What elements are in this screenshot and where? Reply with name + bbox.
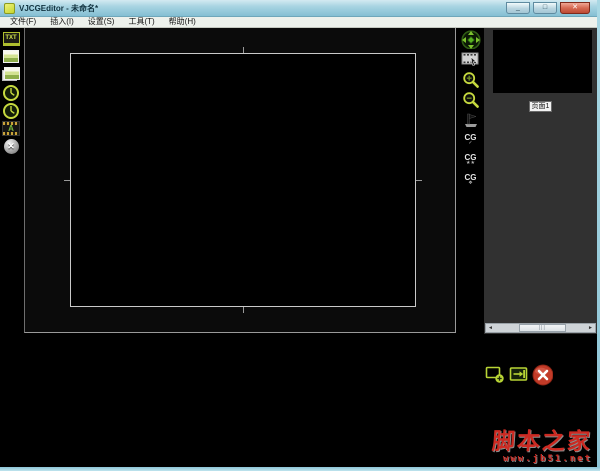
delete-x-icon: ✕ <box>4 139 19 154</box>
window-title: VJCGEditor - 未命名* <box>19 3 506 14</box>
apply-page-icon <box>509 365 529 384</box>
right-toolbar: CG ✓ CG ★★ CG ❖ <box>458 30 483 189</box>
add-page-icon <box>485 365 505 384</box>
timer-icon <box>2 102 20 120</box>
page-boundary[interactable] <box>70 53 416 307</box>
apply-page-button[interactable] <box>508 364 529 385</box>
watermark-url: www.jb51.net <box>492 454 592 464</box>
images-stack-icon <box>2 67 20 82</box>
menu-item-insert[interactable]: 插入(I) <box>43 17 81 27</box>
scrollbar-thumb[interactable]: ||| <box>519 324 566 332</box>
zoom-in-button[interactable] <box>460 70 482 89</box>
image-sequence-tool-button[interactable] <box>1 66 21 83</box>
page-action-buttons <box>484 364 553 385</box>
center-tick-right <box>416 180 422 181</box>
text-tool-icon: TXT <box>3 32 20 46</box>
cg-template-button[interactable]: CG ❖ <box>460 170 482 189</box>
scrollbar-track[interactable]: ||| <box>495 324 586 332</box>
pages-panel: 页面1 ◄ ||| ► <box>484 28 597 334</box>
film-select-tool-button[interactable] <box>460 50 482 69</box>
cg-check-icon: ✓ <box>468 141 472 146</box>
titlebar: VJCGEditor - 未命名* _ □ ✕ <box>0 0 600 17</box>
text-tool-button[interactable]: TXT <box>1 30 21 47</box>
pan-tool-button[interactable] <box>460 30 482 49</box>
maximize-button[interactable]: □ <box>533 2 557 14</box>
main-content: TXT A ✕ <box>0 28 600 471</box>
zoom-out-button[interactable] <box>460 90 482 109</box>
cg-check-button[interactable]: CG ✓ <box>460 130 482 149</box>
film-cursor-icon <box>461 52 480 67</box>
left-toolbar: TXT A ✕ <box>1 30 23 155</box>
pan-arrows-icon <box>461 30 481 49</box>
pages-horizontal-scrollbar[interactable]: ◄ ||| ► <box>485 323 596 333</box>
delete-object-button[interactable]: ✕ <box>1 138 21 155</box>
delete-page-button[interactable] <box>532 364 553 385</box>
clock-icon <box>2 84 20 102</box>
flag-tool-button[interactable] <box>460 110 482 129</box>
timer-tool-button[interactable] <box>1 102 21 119</box>
page-thumbnail-label-row: 页面1 <box>484 95 597 113</box>
menu-item-tools[interactable]: 工具(T) <box>121 17 161 27</box>
zoom-in-icon <box>462 71 480 89</box>
watermark-title: 脚本之家 <box>491 430 593 453</box>
menu-item-help[interactable]: 帮助(H) <box>162 17 203 27</box>
window-controls: _ □ ✕ <box>506 2 590 14</box>
page-thumbnail[interactable] <box>493 30 592 93</box>
page-thumbnail-label: 页面1 <box>529 101 553 112</box>
minimize-button[interactable]: _ <box>506 2 530 14</box>
close-button[interactable]: ✕ <box>560 2 590 14</box>
center-tick-top <box>243 47 244 53</box>
cg-stars-button[interactable]: CG ★★ <box>460 150 482 169</box>
center-tick-left <box>64 180 70 181</box>
center-tick-bottom <box>243 307 244 313</box>
app-icon <box>4 3 15 14</box>
scroll-right-arrow[interactable]: ► <box>586 324 595 332</box>
delete-page-icon <box>532 364 553 386</box>
image-tool-button[interactable] <box>1 48 21 65</box>
canvas-viewport[interactable] <box>24 28 456 333</box>
menubar: 文件(F) 插入(I) 设置(S) 工具(T) 帮助(H) <box>0 17 600 28</box>
flag-tool-icon <box>462 112 480 128</box>
menu-item-settings[interactable]: 设置(S) <box>81 17 122 27</box>
window-border-bottom <box>0 467 600 471</box>
image-icon <box>3 50 19 63</box>
character-a-icon: A <box>2 121 20 136</box>
menu-item-file[interactable]: 文件(F) <box>3 17 43 27</box>
add-page-button[interactable] <box>484 364 505 385</box>
cg-stars-icon: ★★ <box>466 161 475 166</box>
clock-tool-button[interactable] <box>1 84 21 101</box>
watermark: 脚本之家 www.jb51.net <box>492 430 592 464</box>
scroll-left-arrow[interactable]: ◄ <box>486 324 495 332</box>
zoom-out-icon <box>462 91 480 109</box>
cg-template-icon: ❖ <box>468 181 472 186</box>
character-tool-button[interactable]: A <box>1 120 21 137</box>
